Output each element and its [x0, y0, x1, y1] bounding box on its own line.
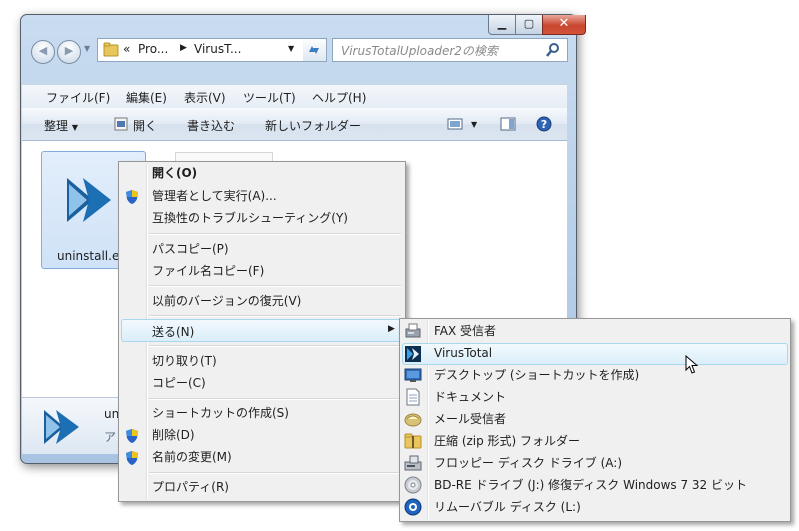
floppy-icon — [404, 455, 422, 471]
menu-item-restore-previous-versions[interactable]: 以前のバージョンの復元(V) — [152, 290, 301, 312]
send-to-mail-recipient[interactable]: メール受信者 — [434, 408, 506, 430]
breadcrumb-item[interactable]: VirusT... — [194, 42, 241, 56]
virustotal-icon — [405, 346, 421, 362]
forward-arrow-icon: ▶ — [64, 44, 74, 57]
menu-item-copy[interactable]: コピー(C) — [152, 372, 206, 394]
menu-item-delete[interactable]: 削除(D) — [152, 424, 195, 446]
disc-icon — [404, 476, 422, 494]
menu-bar: ファイル(F) 編集(E) 表示(V) ツール(T) ヘルプ(H) — [22, 84, 567, 109]
send-to-fax[interactable]: FAX 受信者 — [434, 320, 496, 342]
send-to-submenu: FAX 受信者 VirusTotal デスクトップ (ショートカットを作成) ド… — [399, 318, 791, 522]
menu-view[interactable]: 表示(V) — [184, 89, 226, 106]
maximize-icon: ▢ — [523, 17, 535, 30]
menu-separator — [149, 345, 401, 347]
view-options-icon[interactable] — [447, 118, 463, 130]
refresh-button[interactable] — [303, 38, 327, 62]
maximize-button[interactable]: ▢ — [515, 15, 543, 35]
send-to-desktop[interactable]: デスクトップ (ショートカットを作成) — [434, 364, 639, 386]
new-folder-button[interactable]: 新しいフォルダー — [265, 117, 361, 134]
details-file-name: un — [104, 407, 120, 421]
search-box[interactable]: VirusTotalUploader2の検索 — [332, 38, 568, 62]
open-button[interactable]: 開く — [133, 117, 157, 134]
minimize-icon: ▁ — [497, 17, 507, 30]
menu-item-rename[interactable]: 名前の変更(M) — [152, 446, 232, 468]
svg-text:?: ? — [541, 118, 547, 131]
submenu-arrow-icon: ▶ — [388, 324, 395, 334]
back-arrow-icon: ◀ — [38, 44, 48, 57]
send-to-removable-disk[interactable]: リムーバブル ディスク (L:) — [434, 496, 581, 518]
menu-help[interactable]: ヘルプ(H) — [312, 89, 366, 106]
menu-item-copy-path[interactable]: パスコピー(P) — [152, 238, 229, 260]
help-icon[interactable]: ? — [536, 116, 552, 132]
uac-shield-icon — [126, 451, 138, 465]
send-to-virustotal[interactable]: VirusTotal — [402, 343, 788, 365]
uac-shield-icon — [126, 429, 138, 443]
menu-item-create-shortcut[interactable]: ショートカットの作成(S) — [152, 402, 289, 424]
uac-shield-icon — [126, 190, 138, 204]
address-dropdown-icon[interactable]: ▼ — [288, 44, 294, 53]
preview-pane-icon[interactable] — [500, 117, 516, 131]
context-menu: 開く(O) 管理者として実行(A)... 互換性のトラブルシューティング(Y) … — [118, 161, 406, 502]
send-to-floppy-drive[interactable]: フロッピー ディスク ドライブ (A:) — [434, 452, 622, 474]
details-file-icon — [44, 410, 79, 444]
menu-item-open[interactable]: 開く(O) — [152, 162, 197, 184]
search-icon[interactable] — [545, 42, 561, 58]
removable-disk-icon — [404, 498, 422, 516]
send-to-virustotal-label: VirusTotal — [434, 346, 493, 360]
send-to-zip-folder[interactable]: 圧縮 (zip 形式) フォルダー — [434, 430, 580, 452]
breadcrumb-separator-icon[interactable]: ▶ — [180, 43, 187, 53]
forward-button[interactable]: ▶ — [57, 40, 81, 64]
search-placeholder: VirusTotalUploader2の検索 — [341, 44, 498, 58]
address-overflow-chevron[interactable]: « — [123, 42, 130, 56]
organize-button[interactable]: 整理 ▼ — [44, 117, 78, 134]
menu-separator — [149, 472, 401, 474]
breadcrumb-item[interactable]: Pro... — [138, 42, 168, 56]
recent-pages-dropdown-icon[interactable]: ▼ — [84, 44, 90, 53]
close-icon: ✕ — [558, 16, 570, 31]
organize-dropdown-icon: ▼ — [71, 123, 78, 132]
menu-item-send-to[interactable]: 送る(N) ▶ — [121, 319, 403, 342]
virustotal-app-icon — [67, 178, 111, 222]
menu-item-properties[interactable]: プロパティ(R) — [152, 476, 229, 498]
view-dropdown-icon[interactable]: ▼ — [471, 120, 477, 129]
document-icon — [406, 388, 420, 406]
file-name-label: uninstall.e — [57, 249, 120, 263]
menu-item-send-to-label: 送る(N) — [152, 325, 195, 339]
send-to-bd-re-drive[interactable]: BD-RE ドライブ (J:) 修復ディスク Windows 7 32 ビット — [434, 474, 747, 496]
menu-item-troubleshoot-compatibility[interactable]: 互換性のトラブルシューティング(Y) — [152, 207, 348, 229]
menu-item-copy-filename[interactable]: ファイル名コピー(F) — [152, 260, 264, 282]
menu-separator — [149, 233, 401, 235]
desktop-icon — [404, 368, 422, 382]
send-to-documents[interactable]: ドキュメント — [434, 386, 506, 408]
menu-edit[interactable]: 編集(E) — [126, 89, 167, 106]
address-bar[interactable]: « Pro... ▶ VirusT... ▼ — [97, 38, 305, 62]
mouse-cursor-icon — [685, 355, 699, 374]
open-icon — [114, 117, 128, 131]
refresh-icon — [309, 46, 319, 54]
menu-item-cut[interactable]: 切り取り(T) — [152, 350, 217, 372]
menu-tools[interactable]: ツール(T) — [243, 89, 296, 106]
fax-icon — [405, 323, 421, 338]
mail-icon — [404, 413, 422, 427]
folder-icon — [103, 42, 119, 57]
menu-file[interactable]: ファイル(F) — [46, 89, 110, 106]
menu-separator — [149, 285, 401, 287]
command-bar: 整理 ▼ 開く 書き込む 新しいフォルダー ▼ ? — [22, 108, 567, 141]
burn-button[interactable]: 書き込む — [187, 117, 235, 134]
close-button[interactable]: ✕ — [542, 15, 586, 35]
menu-separator — [149, 398, 401, 400]
minimize-button[interactable]: ▁ — [488, 15, 516, 35]
back-button[interactable]: ◀ — [31, 40, 55, 64]
menu-item-run-as-admin[interactable]: 管理者として実行(A)... — [152, 185, 277, 207]
organize-label: 整理 — [44, 119, 69, 133]
zip-folder-icon — [404, 433, 422, 449]
menu-separator — [149, 315, 401, 317]
details-file-type: ア — [104, 430, 117, 444]
